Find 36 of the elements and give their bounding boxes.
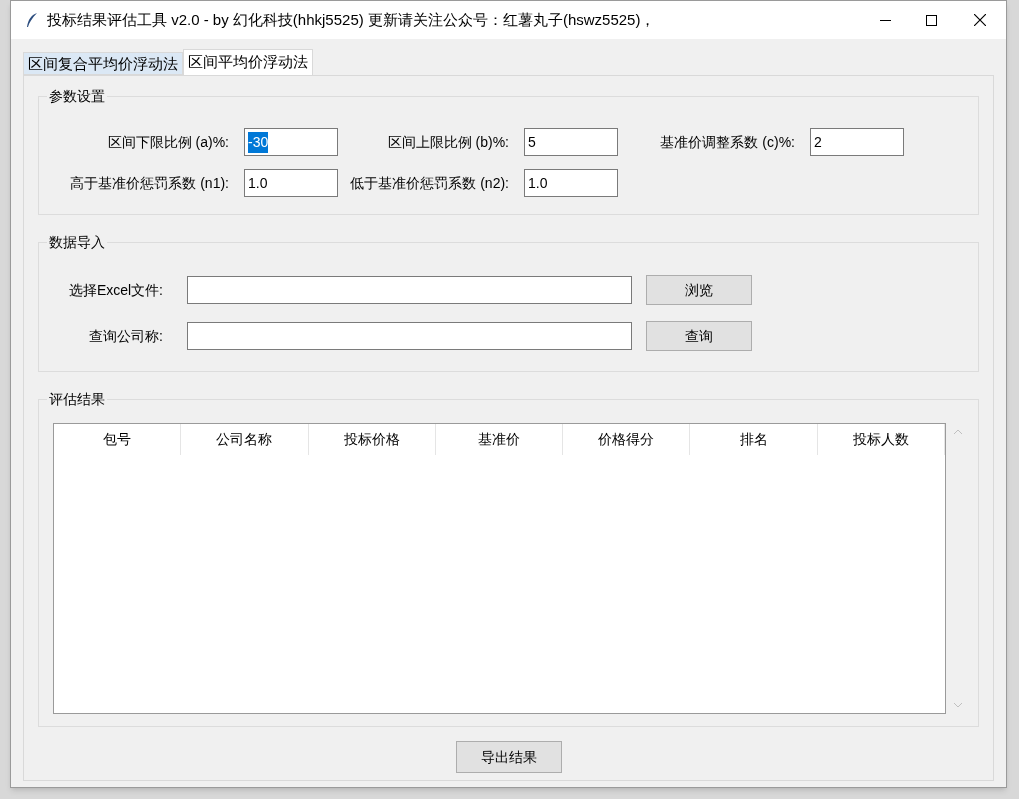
group-title: 参数设置 <box>47 87 107 105</box>
tab[interactable]: 区间平均价浮动法 <box>183 49 313 75</box>
field-label: 区间上限比例 (b)%: <box>386 132 510 152</box>
column-header[interactable]: 基准价 <box>435 424 564 455</box>
scroll-up-icon[interactable] <box>953 429 963 435</box>
group-title: 数据导入 <box>47 233 107 251</box>
input-field[interactable] <box>187 322 632 350</box>
field-label: 低于基准价惩罚系数 (n2): <box>349 173 510 193</box>
input-field[interactable]: 1.0 <box>244 169 338 197</box>
export-button[interactable]: 导出结果 <box>455 741 562 773</box>
input-field[interactable]: 5 <box>524 128 618 156</box>
field-label: 查询公司称: <box>88 326 164 346</box>
minimize-icon <box>879 19 891 21</box>
column-header[interactable]: 排名 <box>690 424 818 455</box>
action-button[interactable]: 查询 <box>646 321 752 351</box>
input-field[interactable]: 2 <box>810 128 904 156</box>
maximize-icon <box>925 14 937 26</box>
field-label: 基准价调整系数 (c)%: <box>659 132 796 152</box>
window-title: 投标结果评估工具 v2.0 - by 幻化科技(hhkj5525) 更新请关注公众号：红薯丸子(hswz5525)， <box>47 9 656 30</box>
close-icon <box>974 14 986 26</box>
column-header[interactable]: 公司名称 <box>181 424 309 455</box>
input-field[interactable]: -30 <box>244 128 338 156</box>
input-field[interactable]: 1.0 <box>524 169 618 197</box>
scroll-down-icon[interactable] <box>953 702 963 708</box>
field-label: 高于基准价惩罚系数 (n1): <box>69 173 230 193</box>
input-field[interactable] <box>187 276 632 304</box>
field-label: 选择Excel文件: <box>67 280 164 300</box>
action-button[interactable]: 浏览 <box>646 275 752 305</box>
field-label: 区间下限比例 (a)%: <box>106 132 230 152</box>
column-header[interactable]: 包号 <box>54 424 182 455</box>
column-header[interactable]: 投标价格 <box>308 424 436 455</box>
column-header[interactable]: 投标人数 <box>817 424 945 455</box>
column-header[interactable]: 价格得分 <box>563 424 691 455</box>
feather-icon <box>25 12 39 28</box>
group-title: 评估结果 <box>47 390 107 408</box>
tab[interactable]: 区间复合平均价浮动法 <box>23 52 183 75</box>
